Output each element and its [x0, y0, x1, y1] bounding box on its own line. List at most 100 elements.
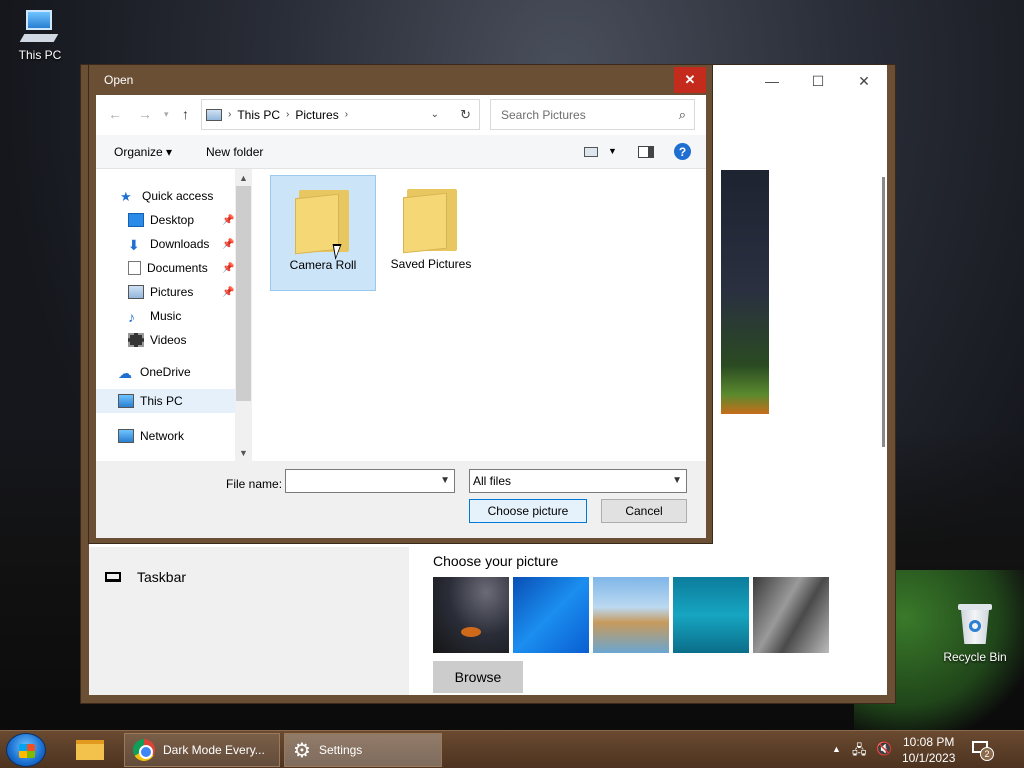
nav-label: Music: [150, 309, 182, 323]
settings-nav-taskbar[interactable]: Taskbar: [105, 569, 186, 585]
navigation-scrollbar[interactable]: ▲ ▼: [235, 169, 252, 461]
chevron-down-icon[interactable]: ▼: [440, 475, 450, 486]
breadcrumb-pictures[interactable]: Pictures: [295, 108, 338, 122]
preview-pane-icon[interactable]: [638, 146, 654, 158]
taskbar-button-label: Settings: [318, 743, 363, 757]
desktop-icon: [128, 213, 144, 227]
address-dropdown-icon[interactable]: ⌄: [431, 109, 439, 120]
file-type-value: All files: [473, 474, 512, 488]
videos-icon: [128, 333, 144, 347]
this-pc-icon: [19, 10, 60, 44]
forward-arrow-icon[interactable]: →: [138, 106, 152, 122]
desktop-icon-recycle-bin[interactable]: Recycle Bin: [937, 602, 1013, 664]
nav-label: Videos: [150, 333, 187, 347]
picture-thumb[interactable]: [593, 577, 669, 653]
folder-icon: [76, 740, 104, 760]
search-input[interactable]: Search Pictures ⌕: [490, 99, 695, 130]
refresh-icon[interactable]: ↻: [460, 107, 471, 123]
recent-locations-chevron-icon[interactable]: ▾: [164, 109, 169, 120]
nav-onedrive[interactable]: ☁ OneDrive: [118, 365, 191, 381]
folder-saved-pictures[interactable]: Saved Pictures: [378, 175, 484, 291]
folder-camera-roll[interactable]: Camera Roll: [270, 175, 376, 291]
file-type-select[interactable]: All files ▼: [469, 469, 687, 493]
breadcrumb-chevron-icon: ›: [344, 109, 349, 120]
choose-picture-button[interactable]: Choose picture: [469, 499, 587, 523]
desktop-icon-this-pc[interactable]: This PC: [2, 10, 78, 62]
file-list: Camera Roll Saved Pictures: [253, 169, 706, 461]
nav-label: Quick access: [142, 189, 214, 203]
picture-thumb[interactable]: [433, 577, 509, 653]
search-placeholder: Search Pictures: [501, 107, 586, 122]
network-icon[interactable]: 🖧: [852, 741, 867, 763]
nav-label: Documents: [147, 261, 208, 275]
computer-icon: [118, 394, 134, 408]
back-arrow-icon[interactable]: ←: [108, 106, 122, 122]
view-options-chevron-icon[interactable]: ▼: [608, 146, 617, 156]
nav-music[interactable]: ♪ Music: [128, 309, 182, 325]
nav-downloads[interactable]: ⬇ Downloads: [128, 237, 210, 253]
scrollbar-thumb[interactable]: [236, 186, 251, 401]
file-name-input[interactable]: ▼: [285, 469, 455, 493]
pictures-icon: [128, 285, 144, 299]
chevron-down-icon[interactable]: ▼: [672, 475, 682, 486]
clock[interactable]: 10:08 PM 10/1/2023: [902, 734, 955, 766]
picture-thumb[interactable]: [513, 577, 589, 653]
recycle-bin-icon: [958, 602, 992, 646]
dialog-title: Open: [104, 73, 134, 87]
taskbar-settings-button[interactable]: ⚙ Settings: [284, 733, 442, 767]
scroll-up-icon[interactable]: ▲: [235, 169, 252, 186]
pin-icon: 📌: [222, 239, 235, 250]
change-view-icon[interactable]: [584, 147, 598, 157]
action-center-button[interactable]: 2: [970, 739, 994, 761]
nav-quick-access[interactable]: ★ Quick access: [120, 189, 214, 204]
navigation-bar: ← → ▾ ↑ › This PC › Pictures › ⌄ ↻ Searc…: [96, 95, 706, 135]
address-bar[interactable]: › This PC › Pictures › ⌄ ↻: [201, 99, 480, 130]
navigation-pane: ★ Quick access Desktop 📌 ⬇ Downloads 📌 D…: [96, 169, 253, 461]
dialog-body: ← → ▾ ↑ › This PC › Pictures › ⌄ ↻ Searc…: [96, 95, 706, 538]
scroll-down-icon[interactable]: ▼: [235, 444, 252, 461]
download-icon: ⬇: [128, 237, 140, 253]
clock-time: 10:08 PM: [903, 735, 955, 749]
picture-thumbnails: [433, 577, 829, 653]
picture-thumb[interactable]: [673, 577, 749, 653]
nav-pictures[interactable]: Pictures: [128, 285, 193, 299]
dialog-close-button[interactable]: ✕: [674, 67, 706, 93]
network-icon: [118, 429, 134, 443]
desktop-icon-label: This PC: [18, 48, 62, 62]
nav-desktop[interactable]: Desktop: [128, 213, 194, 227]
taskbar-chrome-button[interactable]: Dark Mode Every...: [124, 733, 280, 767]
dialog-footer: File name: ▼ All files ▼ Choose picture …: [96, 461, 706, 538]
nav-label: This PC: [140, 394, 183, 408]
show-hidden-icons-icon[interactable]: ▲: [832, 744, 841, 754]
breadcrumb-chevron-icon: ›: [228, 109, 232, 120]
help-icon[interactable]: ?: [674, 143, 691, 160]
desktop-icon-label: Recycle Bin: [943, 650, 1007, 664]
command-bar: Organize ▾ New folder ▼ ?: [96, 135, 706, 169]
minimize-button[interactable]: —: [749, 65, 795, 97]
new-folder-button[interactable]: New folder: [206, 145, 263, 159]
breadcrumb-this-pc[interactable]: This PC: [237, 108, 280, 122]
nav-label: Downloads: [150, 237, 210, 251]
folder-icon: [295, 186, 351, 255]
nav-network[interactable]: Network: [118, 429, 184, 443]
organize-button[interactable]: Organize ▾: [114, 145, 172, 159]
maximize-button[interactable]: ☐: [795, 65, 841, 97]
folder-icon: [403, 185, 459, 254]
settings-scrollbar[interactable]: [882, 177, 885, 447]
picture-thumb[interactable]: [753, 577, 829, 653]
start-button[interactable]: [6, 733, 46, 767]
nav-videos[interactable]: Videos: [128, 333, 186, 347]
nav-this-pc[interactable]: This PC: [96, 389, 235, 413]
cancel-button[interactable]: Cancel: [601, 499, 687, 523]
browse-button[interactable]: Browse: [433, 661, 523, 693]
gear-icon: ⚙: [293, 739, 311, 762]
documents-icon: [128, 261, 141, 275]
file-explorer-button[interactable]: [70, 734, 110, 766]
open-dialog: Open ✕ ← → ▾ ↑ › This PC › Pictures › ⌄ …: [88, 64, 713, 544]
volume-muted-icon[interactable]: 🔇: [876, 741, 892, 757]
cloud-icon: ☁: [118, 365, 132, 381]
up-arrow-icon[interactable]: ↑: [182, 106, 189, 122]
search-icon: ⌕: [678, 106, 686, 122]
close-button[interactable]: ✕: [841, 65, 887, 97]
nav-documents[interactable]: Documents: [128, 261, 208, 275]
